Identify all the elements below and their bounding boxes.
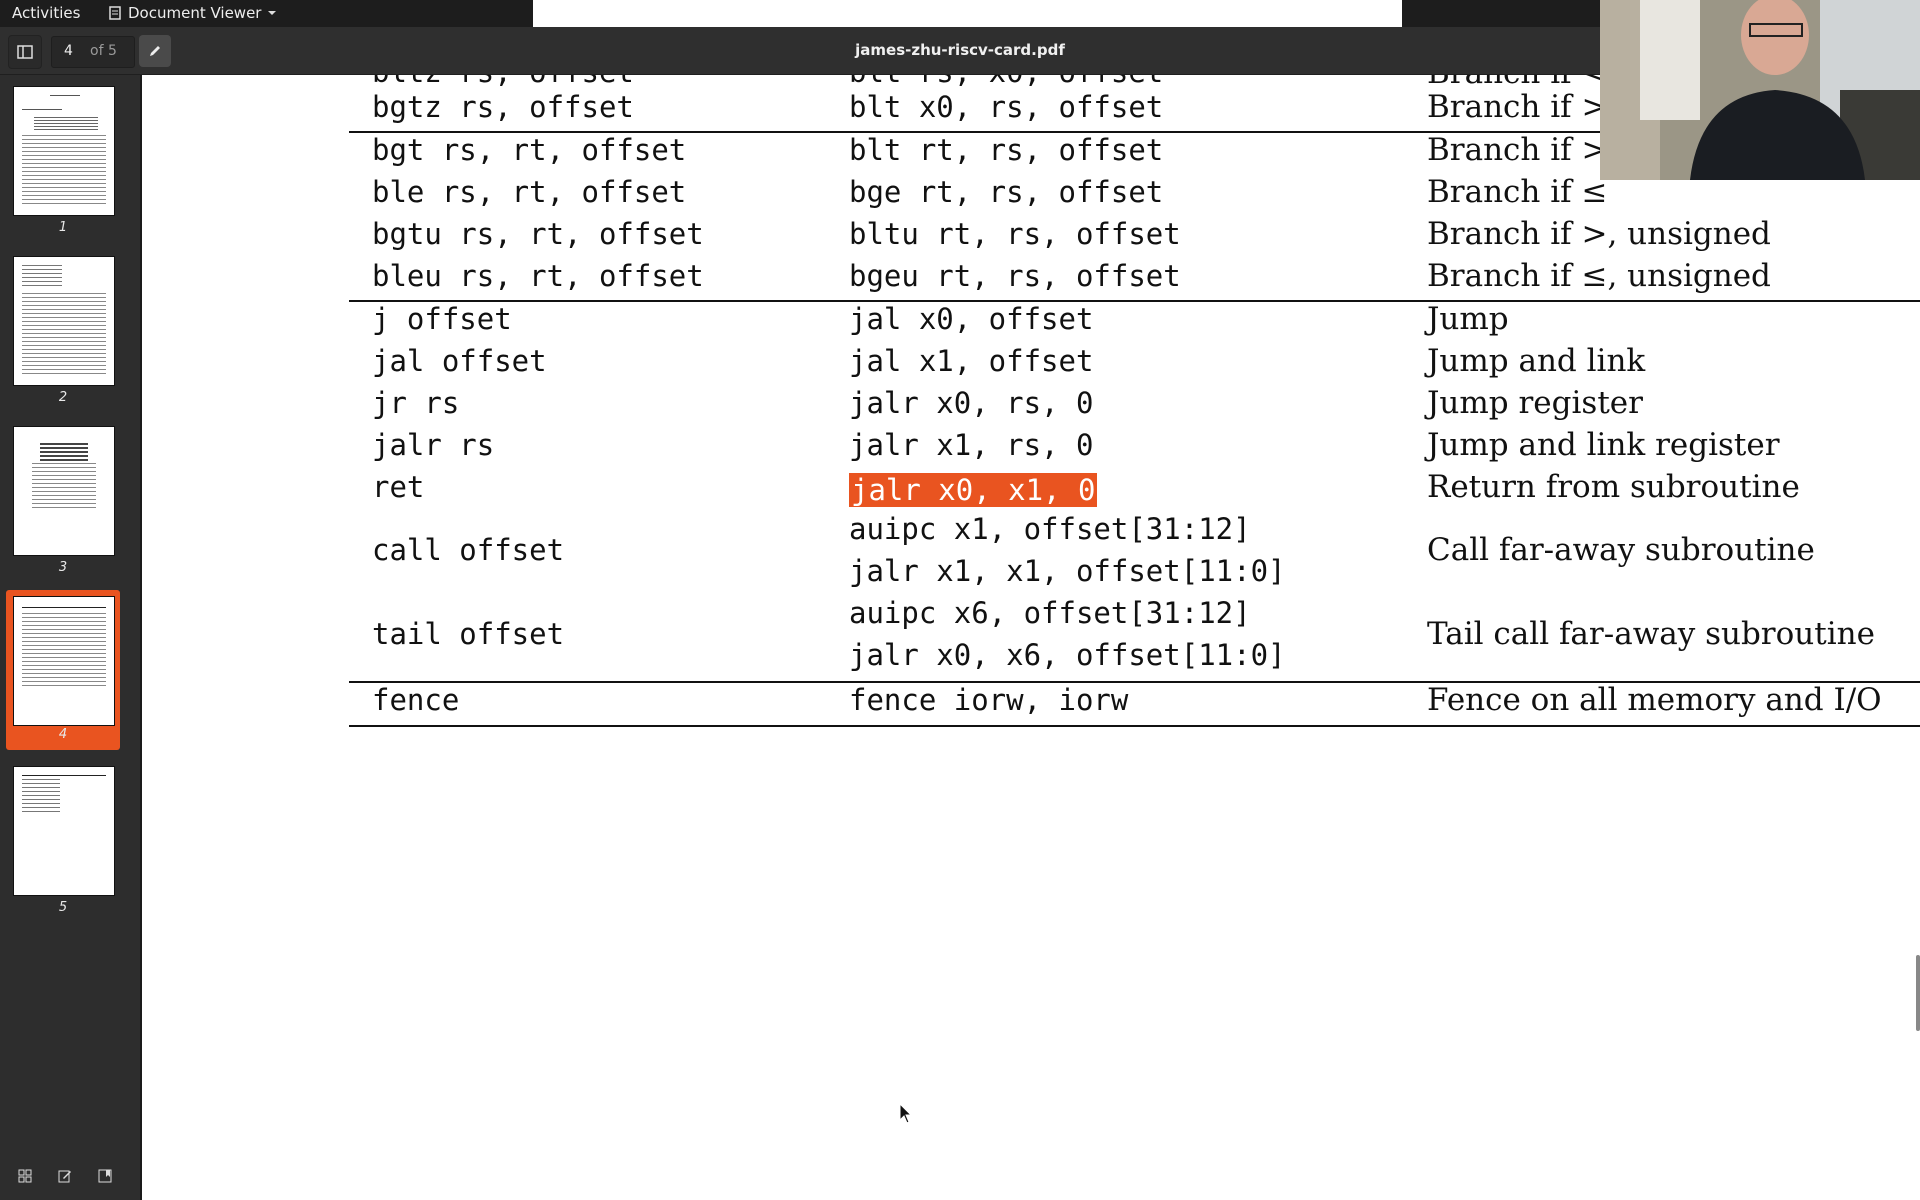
pseudo-cell: ble rs, rt, offset	[372, 175, 687, 209]
meaning-cell: Jump and link register	[1427, 427, 1780, 463]
meaning-cell: Jump and link	[1427, 343, 1646, 379]
screen-share-strip	[533, 0, 1402, 27]
thumbnail-image	[13, 256, 115, 386]
annotations-view-button[interactable]	[50, 1162, 80, 1190]
meaning-cell: Fence on all memory and I/O	[1427, 682, 1882, 718]
meaning-cell: Tail call far-away subroutine	[1427, 616, 1875, 652]
pseudo-cell: fence	[372, 683, 460, 717]
pseudo-cell: j offset	[372, 302, 512, 336]
meaning-cell: Call far-away subroutine	[1427, 532, 1815, 568]
base-cell: jalr x1, x1, offset[11:0]	[849, 554, 1286, 588]
thumbnail-page-2[interactable]: 2	[6, 245, 120, 415]
meaning-cell: Return from subroutine	[1427, 469, 1800, 505]
base-cell: fence iorw, iorw	[849, 683, 1129, 717]
base-cell: blt x0, rs, offset	[849, 90, 1164, 124]
thumbnail-page-1[interactable]: 1	[6, 75, 120, 245]
grid-icon	[18, 1169, 32, 1183]
table-rule	[349, 725, 1920, 727]
highlighted-text[interactable]: jalr x0, x1, 0	[849, 473, 1098, 507]
meaning-cell: Jump	[1427, 301, 1509, 337]
base-cell: blt rt, rs, offset	[849, 133, 1164, 167]
pseudo-cell: bgtu rs, rt, offset	[372, 217, 704, 251]
meaning-cell: Branch if >	[1427, 89, 1608, 125]
thumbnail-image	[13, 766, 115, 896]
pseudo-cell: bltz rs, offset	[372, 75, 634, 89]
meaning-cell: Branch if ≤, unsigned	[1427, 258, 1771, 294]
pseudo-cell: ret	[372, 470, 425, 504]
app-name: Document Viewer	[128, 4, 262, 22]
thumbnail-page-4[interactable]: 4	[6, 590, 120, 750]
webcam-presenter-image	[1600, 0, 1920, 180]
base-cell: blt rs, x0, offset	[849, 75, 1163, 89]
base-cell: bge rt, rs, offset	[849, 175, 1164, 209]
bookmarks-view-button[interactable]	[90, 1162, 120, 1190]
thumbnails-view-button[interactable]	[10, 1162, 40, 1190]
meaning-cell: Branch if >	[1427, 132, 1608, 168]
thumbnail-sidebar: 1 2 3 4 5	[0, 75, 142, 1200]
chevron-down-icon	[268, 11, 277, 15]
scrollbar[interactable]	[1916, 955, 1920, 1031]
pseudo-cell: tail offset	[372, 617, 565, 651]
thumbnail-number: 2	[58, 390, 68, 405]
pseudo-cell: bleu rs, rt, offset	[372, 259, 704, 293]
base-cell: bltu rt, rs, offset	[849, 217, 1181, 251]
thumbnail-image	[13, 426, 115, 556]
meaning-cell: Jump register	[1427, 385, 1643, 421]
base-cell: jal x0, offset	[849, 302, 1094, 336]
base-cell: auipc x1, offset[31:12]	[849, 512, 1251, 546]
base-cell: jalr x0, rs, 0	[849, 386, 1094, 420]
pseudo-cell: jalr rs	[372, 428, 495, 462]
thumbnail-image	[13, 86, 115, 216]
document-page[interactable]: bltz rs, offset blt rs, x0, offset Branc…	[142, 75, 1920, 1200]
thumbnail-page-3[interactable]: 3	[6, 415, 120, 585]
bookmark-icon	[98, 1169, 112, 1183]
thumbnail-number: 4	[58, 727, 68, 742]
meaning-cell: Branch if >, unsigned	[1427, 216, 1771, 252]
activities-button[interactable]: Activities	[12, 4, 80, 22]
meaning-cell: Branch if ≤	[1427, 174, 1608, 210]
thumbnail-image	[13, 596, 115, 726]
thumbnail-number: 1	[58, 220, 68, 235]
base-cell: jal x1, offset	[849, 344, 1094, 378]
base-cell: bgeu rt, rs, offset	[849, 259, 1181, 293]
mouse-cursor-icon	[899, 1103, 913, 1124]
base-cell: jalr x0, x6, offset[11:0]	[849, 638, 1286, 672]
webcam-overlay	[1600, 0, 1920, 180]
thumbnail-page-5[interactable]: 5	[6, 755, 120, 925]
pseudo-cell: bgtz rs, offset	[372, 90, 634, 124]
document-icon	[109, 6, 121, 20]
base-cell: jalr x1, rs, 0	[849, 428, 1094, 462]
edit-icon	[58, 1170, 71, 1183]
table-rule	[349, 300, 1920, 302]
pseudo-cell: bgt rs, rt, offset	[372, 133, 687, 167]
sidebar-footer	[0, 1154, 140, 1200]
pseudo-cell: call offset	[372, 533, 565, 567]
pseudo-cell: jal offset	[372, 344, 547, 378]
pseudo-cell: jr rs	[372, 386, 460, 420]
thumbnail-number: 3	[58, 560, 68, 575]
thumbnail-number: 5	[58, 900, 68, 915]
app-menu[interactable]: Document Viewer	[108, 4, 277, 22]
base-cell: auipc x6, offset[31:12]	[849, 596, 1251, 630]
